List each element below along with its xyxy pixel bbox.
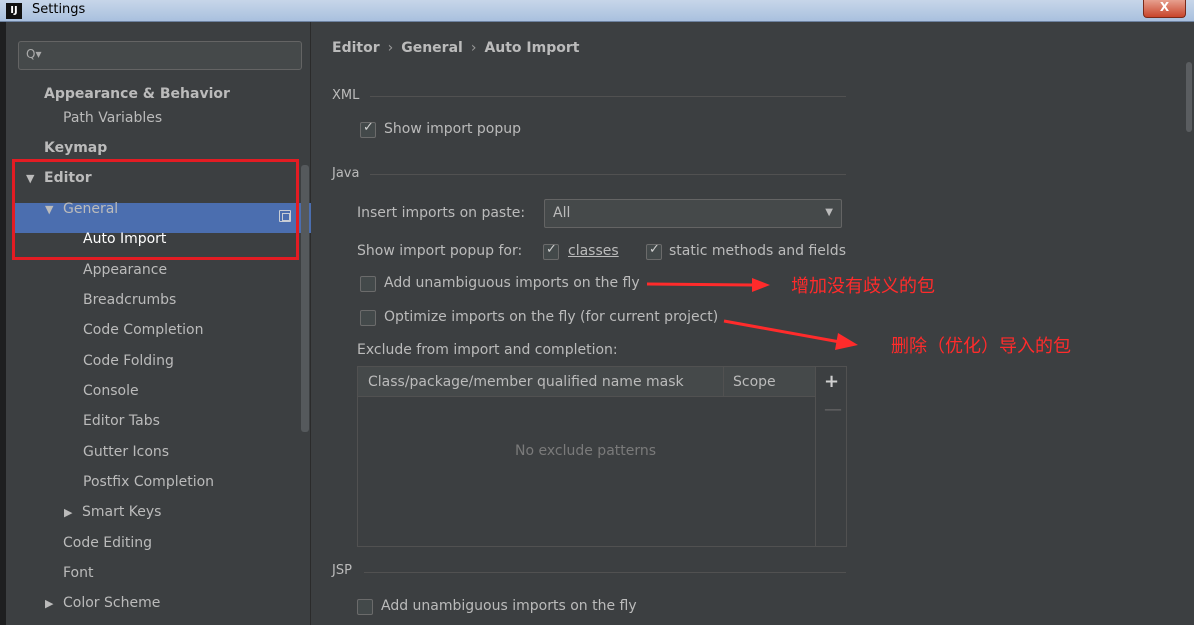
arrow-head-2: [835, 333, 858, 350]
arrow-line-2: [723, 319, 841, 344]
content-scrollbar[interactable]: [1186, 62, 1192, 132]
arrow-line-1: [646, 282, 753, 287]
arrow-head-1: [752, 278, 770, 292]
annotation-optimize-imports: 删除（优化）导入的包: [891, 336, 1071, 357]
annotation-arrows: [646, 278, 858, 350]
annotation-add-unambiguous: 增加没有歧义的包: [791, 276, 935, 297]
